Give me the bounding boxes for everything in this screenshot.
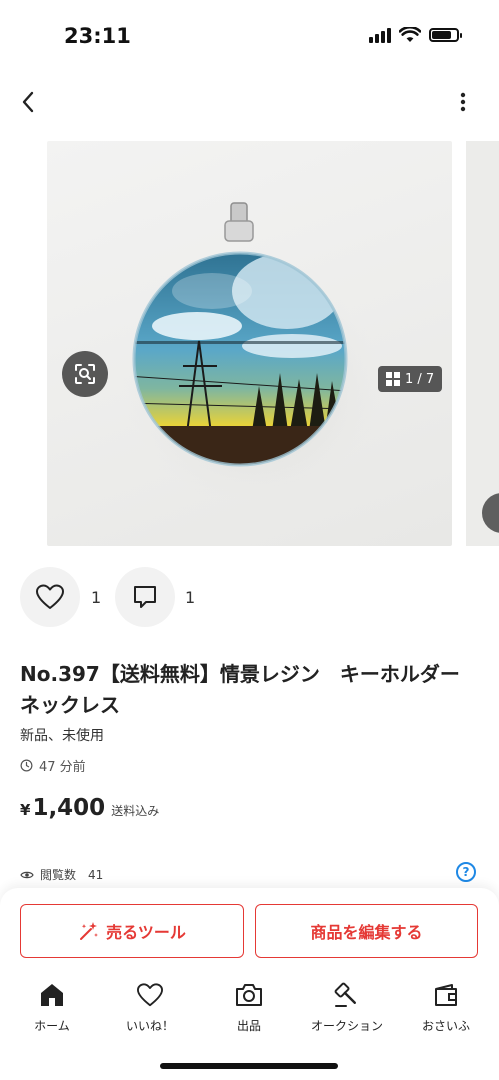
- home-indicator: [160, 1063, 338, 1069]
- more-options-button[interactable]: [447, 86, 479, 118]
- battery-icon: [429, 28, 462, 42]
- tab-home-label: ホーム: [34, 1019, 70, 1033]
- view-count-label: 閲覧数: [40, 868, 77, 882]
- tab-auction-label: オークション: [310, 1019, 383, 1033]
- tab-sell-label: 出品: [236, 1019, 261, 1033]
- status-bar: 23:11: [0, 0, 499, 74]
- cellular-signal-icon: [369, 27, 391, 43]
- gavel-icon: [334, 982, 356, 1007]
- like-count: 1: [91, 588, 102, 607]
- posted-time-text: 47 分前: [39, 760, 86, 775]
- sell-tool-label: 売るツール: [106, 923, 186, 942]
- eye-icon: [20, 871, 34, 878]
- back-button[interactable]: [12, 86, 44, 118]
- comment-button[interactable]: [115, 567, 175, 627]
- tab-wallet-label: おさいふ: [421, 1019, 470, 1033]
- wallet-icon: [435, 984, 457, 1006]
- comment-count: 1: [185, 588, 196, 607]
- posted-time: 47 分前: [20, 756, 86, 775]
- resin-pendant-image: [122, 202, 382, 506]
- edit-item-label: 商品を編集する: [310, 923, 423, 942]
- product-title: No.397【送料無料】情景レジン キーホルダー ネックレス: [20, 662, 480, 717]
- help-icon[interactable]: ?: [456, 862, 476, 882]
- price-value: 1,400: [32, 795, 106, 821]
- image-carousel[interactable]: [0, 141, 499, 546]
- status-icons: [369, 27, 462, 43]
- item-condition: 新品、未使用: [20, 728, 104, 744]
- shipping-included-note: 送料込み: [111, 804, 160, 818]
- wifi-icon: [399, 27, 421, 42]
- edit-item-button[interactable]: 商品を編集する: [255, 904, 478, 958]
- heart-icon: [36, 584, 64, 609]
- magic-wand-icon: [80, 922, 99, 940]
- price-currency: ¥: [20, 801, 31, 819]
- tab-wallet[interactable]: おさいふ: [401, 980, 491, 1034]
- scan-search-icon: [75, 364, 95, 384]
- sell-tool-button[interactable]: 売るツール: [20, 904, 244, 958]
- image-search-button[interactable]: [62, 351, 108, 397]
- page-counter-text: 1 / 7: [405, 371, 435, 387]
- price: ¥ 1,400 送料込み: [20, 795, 159, 821]
- heart-icon: [137, 983, 163, 1007]
- chevron-left-icon: [22, 91, 34, 113]
- tab-sell[interactable]: 出品: [204, 980, 294, 1034]
- grid-icon: [386, 372, 400, 386]
- tab-home[interactable]: ホーム: [7, 980, 97, 1034]
- next-photo-preview[interactable]: [466, 141, 499, 546]
- more-vertical-icon: [460, 92, 466, 112]
- camera-icon: [236, 984, 262, 1006]
- status-time: 23:11: [64, 24, 131, 48]
- tab-likes[interactable]: いいね！: [105, 980, 195, 1034]
- page-counter[interactable]: 1 / 7: [378, 366, 443, 392]
- tab-auction[interactable]: オークション: [302, 980, 392, 1034]
- tab-likes-label: いいね！: [125, 1019, 174, 1033]
- comment-icon: [134, 586, 156, 608]
- clock-icon: [20, 759, 33, 772]
- view-count-value: 41: [88, 867, 104, 882]
- home-icon: [41, 984, 63, 1006]
- like-button[interactable]: [20, 567, 80, 627]
- product-photo[interactable]: [47, 141, 452, 546]
- view-count: 閲覧数 41: [20, 866, 103, 883]
